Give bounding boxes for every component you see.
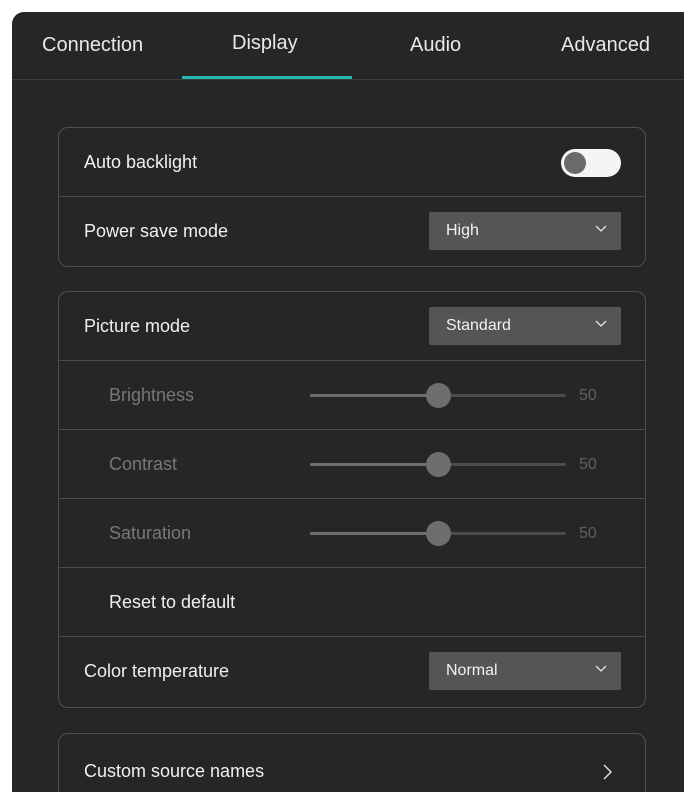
reset-to-default-button[interactable]: Reset to default (109, 592, 235, 613)
saturation-value: 50 (579, 525, 597, 542)
slider-thumb[interactable] (426, 383, 451, 408)
auto-backlight-toggle[interactable] (561, 149, 621, 177)
power-save-mode-label: Power save mode (84, 221, 229, 241)
saturation-label: Saturation (109, 523, 192, 543)
contrast-label: Contrast (109, 454, 178, 474)
settings-panel: Connection Display Audio Advanced Auto b… (12, 12, 684, 792)
toggle-knob (564, 152, 586, 174)
picture-mode-value: Standard (446, 317, 511, 334)
color-temperature-select[interactable]: Normal (429, 652, 621, 690)
saturation-row: Saturation 50 (59, 499, 645, 568)
picture-mode-select[interactable]: Standard (429, 307, 621, 345)
brightness-slider[interactable] (310, 383, 566, 408)
color-temperature-label: Color temperature (84, 661, 230, 681)
tab-audio[interactable]: Audio (410, 34, 461, 57)
slider-thumb[interactable] (426, 521, 451, 546)
slider-thumb[interactable] (426, 452, 451, 477)
power-save-mode-value: High (446, 222, 479, 239)
source-settings-card: Custom source names (58, 733, 646, 792)
power-settings-card: Auto backlight Power save mode High (58, 127, 646, 267)
saturation-slider[interactable] (310, 521, 566, 546)
active-tab-indicator (182, 76, 352, 79)
auto-backlight-label: Auto backlight (84, 152, 198, 172)
tab-advanced[interactable]: Advanced (561, 34, 650, 57)
slider-fill (310, 532, 438, 535)
chevron-down-icon (595, 665, 607, 672)
chevron-down-icon (595, 225, 607, 232)
color-temperature-value: Normal (446, 662, 498, 679)
chevron-right-icon (603, 764, 612, 780)
chevron-down-icon (595, 320, 607, 327)
picture-mode-label: Picture mode (84, 316, 191, 336)
brightness-row: Brightness 50 (59, 361, 645, 430)
tab-connection[interactable]: Connection (42, 34, 143, 57)
auto-backlight-row: Auto backlight (59, 128, 645, 197)
contrast-slider[interactable] (310, 452, 566, 477)
custom-source-names-row[interactable]: Custom source names (59, 734, 645, 792)
contrast-value: 50 (579, 456, 597, 473)
slider-fill (310, 463, 438, 466)
contrast-row: Contrast 50 (59, 430, 645, 499)
brightness-label: Brightness (109, 385, 195, 405)
slider-fill (310, 394, 438, 397)
tab-display[interactable]: Display (232, 32, 298, 55)
picture-mode-row: Picture mode Standard (59, 292, 645, 361)
picture-settings-card: Picture mode Standard Brightness 50 Cont… (58, 291, 646, 708)
color-temperature-row: Color temperature Normal (59, 637, 645, 706)
brightness-value: 50 (579, 387, 597, 404)
power-save-mode-select[interactable]: High (429, 212, 621, 250)
reset-to-default-row[interactable]: Reset to default (59, 568, 645, 637)
power-save-mode-row: Power save mode High (59, 197, 645, 266)
custom-source-names-label: Custom source names (84, 761, 265, 781)
tab-bar: Connection Display Audio Advanced (12, 12, 684, 80)
